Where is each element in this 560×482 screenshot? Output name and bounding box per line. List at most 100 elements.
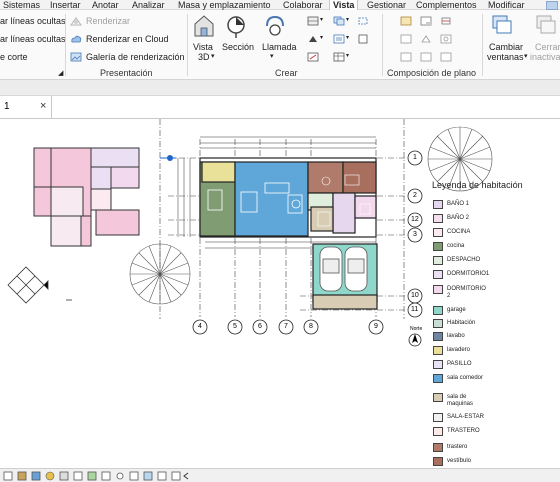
grid-label-3: 3 [413, 231, 417, 238]
grid-label-10: 10 [411, 292, 419, 299]
legend-label: Habitación [447, 320, 476, 326]
tab-analizar[interactable]: Analizar [132, 0, 165, 10]
legend-label: lavabo [447, 333, 465, 339]
section-button[interactable]: Sección [222, 42, 254, 52]
room-legend[interactable]: Leyenda de habitación BAÑO 1 BAÑO 2 COCINA… [424, 119, 560, 468]
grid-label-11: 11 [411, 306, 419, 313]
legend-label: sala comedor [447, 375, 484, 381]
matchline-icon[interactable] [440, 16, 452, 26]
ribbon-tab-bar: Sistemas Insertar Anotar Analizar Masa y… [0, 0, 560, 10]
render-cloud-icon [71, 35, 82, 43]
plan-views-dropdown-icon[interactable]: ▾ [320, 16, 323, 23]
close-inactive-icon [536, 15, 556, 34]
legend-swatch [433, 270, 443, 279]
grid-label-2: 2 [413, 192, 417, 199]
schedules-dropdown-icon[interactable]: ▾ [346, 52, 349, 59]
grid-label-9: 9 [374, 323, 378, 330]
legend-swatch [433, 285, 443, 294]
titleblock-edit-icon[interactable] [420, 52, 432, 62]
view-tab-strip: 1 × [0, 80, 560, 119]
legend-swatch [433, 332, 443, 341]
legends-dropdown-icon[interactable]: ▾ [346, 34, 349, 41]
render-icon [70, 17, 82, 26]
render-button[interactable]: Renderizar [86, 16, 130, 26]
grid-label-1: 1 [413, 154, 417, 161]
tab-complementos[interactable]: Complementos [416, 0, 477, 10]
legend-label: DORMITORIO 2 [447, 286, 486, 299]
3d-view-label-2[interactable]: 3D [198, 52, 210, 62]
callout-icon [266, 15, 284, 36]
3d-view-label[interactable]: Vista [193, 42, 213, 52]
tab-insertar[interactable]: Insertar [50, 0, 81, 10]
sheet-list-icon[interactable] [440, 52, 452, 62]
legend-swatch [433, 374, 443, 383]
tab-sistemas[interactable]: Sistemas [3, 0, 40, 10]
grid-label-4: 4 [198, 323, 202, 330]
drawing-area[interactable]: 1 2 12 3 10 11 4 5 6 7 8 9 Norte Leyenda… [0, 119, 560, 468]
panel-expand-icon[interactable]: ◢ [58, 69, 63, 77]
tab-colaborar[interactable]: Colaborar [283, 0, 323, 10]
tab-masa-emplazamiento[interactable]: Masa y emplazamiento [178, 0, 271, 10]
schedules-icon[interactable] [333, 52, 345, 62]
tab-modificar[interactable]: Modificar [488, 0, 525, 10]
legend-label: garage [447, 307, 466, 313]
switch-windows-dropdown-icon[interactable]: ▾ [524, 52, 528, 60]
legends-icon[interactable] [333, 34, 345, 44]
legend-label: trastero [447, 444, 468, 450]
render-gallery-button[interactable]: Galería de renderización [86, 52, 185, 62]
revisions-icon[interactable] [420, 34, 432, 44]
callout-button[interactable]: Llamada [262, 42, 297, 52]
grid-label-7: 7 [284, 323, 288, 330]
sheet-icon[interactable] [357, 34, 369, 44]
title-block-icon[interactable] [420, 16, 432, 26]
legend-swatch [433, 214, 443, 223]
legend-label: cocina [447, 243, 465, 249]
close-inactive-button[interactable]: Cerrar [535, 42, 560, 52]
legend-label: vestíbulo [447, 458, 472, 464]
tab-vista[interactable]: Vista [329, 0, 359, 10]
duplicate-view-icon[interactable] [333, 16, 345, 26]
duplicate-dropdown-icon[interactable]: ▾ [346, 16, 349, 23]
close-inactive-button-2[interactable]: inactivas [530, 52, 560, 62]
view-tab-close-icon[interactable]: × [40, 100, 46, 112]
tab-anotar[interactable]: Anotar [92, 0, 119, 10]
hidden-lines-button-2[interactable]: ar líneas ocultas [0, 34, 66, 44]
ribbon: ar líneas ocultas ar líneas ocultas e co… [0, 10, 560, 80]
view-control-icons[interactable] [2, 471, 192, 481]
ribbon-toggle-icon[interactable] [546, 1, 558, 10]
elevation-icon[interactable] [307, 34, 319, 44]
drafting-view-icon[interactable] [307, 52, 319, 62]
view-tab[interactable]: 1 × [0, 96, 52, 118]
legend-label: PASILLO [447, 361, 472, 367]
legend-label: DORMITORIO1 [447, 271, 490, 277]
switch-windows-button-2[interactable]: ventanas [487, 52, 524, 62]
panel-title-composicion: Composición de plano [387, 68, 477, 78]
3d-view-icon [194, 15, 214, 37]
panel-title-crear: Crear [275, 68, 298, 78]
legend-swatch [433, 360, 443, 369]
legend-swatch [433, 256, 443, 265]
legend-label: TRASTERO [447, 428, 480, 434]
view-reference-icon[interactable] [440, 34, 452, 44]
legend-swatch [433, 457, 443, 466]
plan-views-icon[interactable] [307, 16, 319, 26]
viewports-icon[interactable] [400, 52, 412, 62]
legend-label: DESPACHO [447, 257, 481, 263]
scope-box-icon[interactable] [357, 16, 369, 26]
3d-view-dropdown-icon[interactable]: ▾ [211, 52, 215, 60]
view-tab-label: 1 [4, 101, 10, 112]
callout-dropdown-icon[interactable]: ▾ [270, 52, 274, 60]
legend-swatch [433, 200, 443, 209]
hidden-lines-button[interactable]: ar líneas ocultas [0, 16, 66, 26]
legend-swatch [433, 443, 443, 452]
legend-swatch [433, 319, 443, 328]
sheet-composition-icon[interactable] [400, 16, 412, 26]
tab-gestionar[interactable]: Gestionar [367, 0, 406, 10]
guide-grid-icon[interactable] [400, 34, 412, 44]
section-cut-button[interactable]: e corte [0, 52, 28, 62]
view-control-bar [0, 468, 560, 482]
switch-windows-button[interactable]: Cambiar [489, 42, 523, 52]
render-gallery-icon [70, 52, 82, 62]
render-cloud-button[interactable]: Renderizar en Cloud [86, 34, 169, 44]
elevation-dropdown-icon[interactable]: ▾ [320, 34, 323, 41]
